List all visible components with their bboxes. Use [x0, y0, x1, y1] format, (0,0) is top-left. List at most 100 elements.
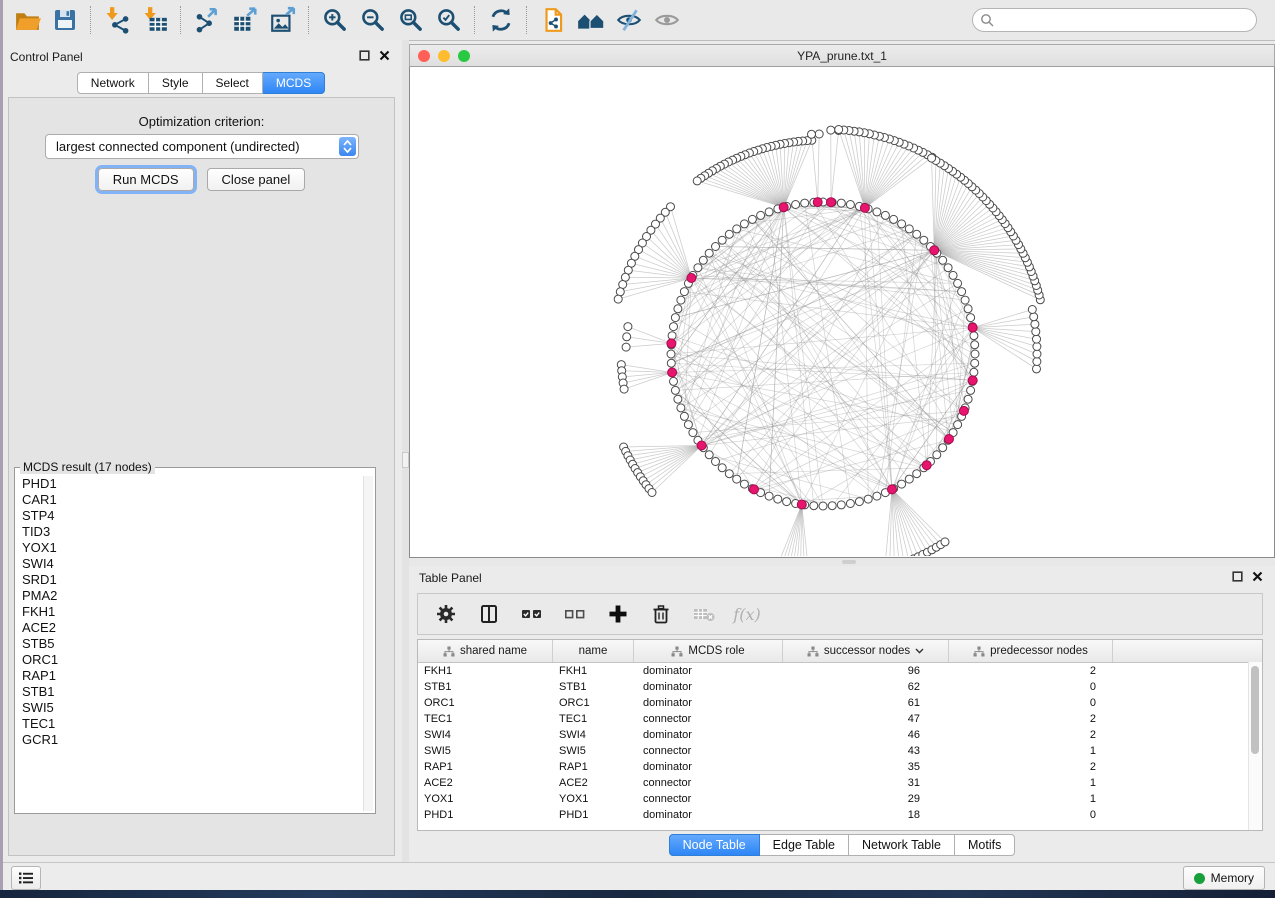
search-field[interactable]	[972, 8, 1257, 32]
hide-selected-button[interactable]	[610, 4, 648, 36]
memory-button[interactable]: Memory	[1183, 866, 1265, 890]
list-item[interactable]: CAR1	[19, 492, 363, 508]
zoom-out-button[interactable]	[354, 4, 392, 36]
tab-motifs[interactable]: Motifs	[955, 834, 1015, 856]
table-row[interactable]: ACE2ACE2connector311	[418, 775, 1262, 791]
export-image-icon	[269, 6, 297, 34]
list-item[interactable]: TID3	[19, 524, 363, 540]
table-row[interactable]: YOX1YOX1connector291	[418, 791, 1262, 807]
save-session-button[interactable]	[46, 4, 84, 36]
show-all-button[interactable]	[648, 4, 686, 36]
list-item[interactable]: STB1	[19, 684, 363, 700]
export-network-button[interactable]	[188, 4, 226, 36]
column-header-predecessor-nodes[interactable]: predecessor nodes	[949, 640, 1113, 662]
delete-table-button[interactable]	[690, 600, 718, 628]
splitter-handle[interactable]	[402, 452, 409, 468]
task-history-button[interactable]	[11, 866, 41, 890]
function-builder-button[interactable]: f(x)	[733, 600, 761, 628]
run-mcds-button[interactable]: Run MCDS	[98, 168, 194, 191]
zoom-fit-button[interactable]	[392, 4, 430, 36]
table-panel-title: Table Panel	[419, 571, 482, 585]
list-item[interactable]: PMA2	[19, 588, 363, 604]
column-label: MCDS role	[688, 645, 744, 657]
cell-shared-name: FKH1	[418, 665, 553, 677]
list-item[interactable]: SWI5	[19, 700, 363, 716]
column-header-MCDS-role[interactable]: MCDS role	[634, 640, 783, 662]
table-row[interactable]: ORC1ORC1dominator610	[418, 695, 1262, 711]
list-item[interactable]: GCR1	[19, 732, 363, 748]
list-item[interactable]: ORC1	[19, 652, 363, 668]
import-network-icon	[103, 6, 131, 34]
delete-row-button[interactable]	[647, 600, 675, 628]
import-table-button[interactable]	[136, 4, 174, 36]
result-list-scrollbar[interactable]	[363, 476, 373, 811]
float-panel-icon[interactable]	[359, 50, 370, 61]
select-all-button[interactable]	[518, 600, 546, 628]
columns-icon	[478, 603, 500, 625]
add-row-button[interactable]	[604, 600, 632, 628]
list-item[interactable]: STP4	[19, 508, 363, 524]
close-panel-icon[interactable]	[1252, 571, 1263, 582]
deselect-all-button[interactable]	[561, 600, 589, 628]
fx-icon: f(x)	[733, 605, 760, 624]
table-row[interactable]: TEC1TEC1connector472	[418, 711, 1262, 727]
list-item[interactable]: FKH1	[19, 604, 363, 620]
close-panel-button[interactable]: Close panel	[207, 168, 306, 191]
tab-mcds[interactable]: MCDS	[263, 72, 325, 94]
column-header-shared-name[interactable]: shared name	[418, 640, 553, 662]
zoom-in-button[interactable]	[316, 4, 354, 36]
column-header-name[interactable]: name	[553, 640, 634, 662]
export-table-button[interactable]	[226, 4, 264, 36]
network-graph[interactable]	[410, 67, 1274, 556]
list-item[interactable]: SWI4	[19, 556, 363, 572]
list-item[interactable]: YOX1	[19, 540, 363, 556]
vertical-splitter[interactable]	[402, 40, 409, 862]
float-panel-icon[interactable]	[1232, 571, 1243, 582]
list-item[interactable]: STB5	[19, 636, 363, 652]
export-image-button[interactable]	[264, 4, 302, 36]
network-canvas[interactable]	[409, 67, 1275, 558]
table-row[interactable]: SWI4SWI4dominator462	[418, 727, 1262, 743]
cell-MCDS-role: connector	[634, 777, 783, 789]
table-row[interactable]: SWI5SWI5connector431	[418, 743, 1262, 759]
table-row[interactable]: STB1STB1dominator620	[418, 679, 1262, 695]
open-file-button[interactable]	[8, 4, 46, 36]
tab-style[interactable]: Style	[149, 72, 203, 94]
cell-shared-name: TEC1	[418, 713, 553, 725]
table-row[interactable]: FKH1FKH1dominator962	[418, 663, 1262, 679]
search-input[interactable]	[998, 12, 1256, 28]
cell-predecessor-nodes: 2	[949, 665, 1113, 677]
table-row[interactable]: RAP1RAP1dominator352	[418, 759, 1262, 775]
list-item[interactable]: PHD1	[19, 476, 363, 492]
tab-edge-table[interactable]: Edge Table	[760, 834, 849, 856]
first-neighbors-button[interactable]	[572, 4, 610, 36]
horizontal-splitter[interactable]	[409, 558, 1275, 566]
column-header-successor-nodes[interactable]: successor nodes	[783, 640, 949, 662]
tab-network-table[interactable]: Network Table	[849, 834, 955, 856]
tab-network[interactable]: Network	[77, 72, 149, 94]
table-row[interactable]: PHD1PHD1dominator180	[418, 807, 1262, 823]
table-settings-button[interactable]	[432, 600, 460, 628]
control-panel: Control Panel NetworkStyleSelectMCDS Opt…	[0, 40, 402, 862]
duplicate-network-button[interactable]	[534, 4, 572, 36]
export-table-icon	[231, 6, 259, 34]
tab-select[interactable]: Select	[203, 72, 263, 94]
scrollbar-thumb[interactable]	[1251, 666, 1259, 754]
zoom-selected-button[interactable]	[430, 4, 468, 36]
close-panel-icon[interactable]	[379, 50, 390, 61]
list-item[interactable]: TEC1	[19, 716, 363, 732]
network-window-titlebar[interactable]: YPA_prune.txt_1	[409, 44, 1275, 67]
optimization-select[interactable]: largest connected component (undirected)	[45, 134, 359, 159]
tab-node-table[interactable]: Node Table	[669, 834, 760, 856]
table-scrollbar[interactable]	[1248, 662, 1262, 830]
list-item[interactable]: ACE2	[19, 620, 363, 636]
list-item[interactable]: RAP1	[19, 668, 363, 684]
control-panel-title: Control Panel	[10, 50, 83, 64]
import-network-button[interactable]	[98, 4, 136, 36]
cell-shared-name: SWI4	[418, 729, 553, 741]
memory-label: Memory	[1211, 871, 1254, 885]
show-columns-button[interactable]	[475, 600, 503, 628]
list-item[interactable]: SRD1	[19, 572, 363, 588]
splitter-handle[interactable]	[842, 560, 856, 564]
refresh-button[interactable]	[482, 4, 520, 36]
